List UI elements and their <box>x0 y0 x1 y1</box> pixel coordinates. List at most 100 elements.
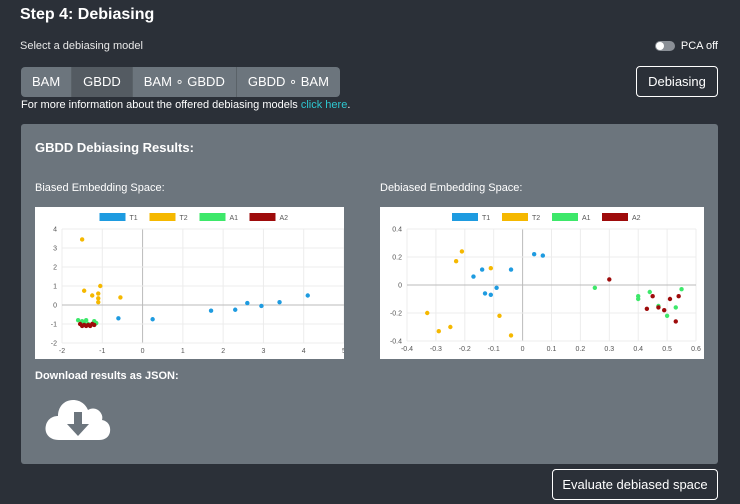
x-tick-label: 0.4 <box>633 346 643 353</box>
data-point-a2 <box>92 322 97 328</box>
data-point-t2 <box>488 266 494 271</box>
model-select-label: Select a debiasing model <box>20 40 143 52</box>
evaluate-button[interactable]: Evaluate debiased space <box>552 469 718 500</box>
legend-swatch <box>99 213 126 221</box>
cloud-download-icon[interactable] <box>43 394 111 447</box>
model-option-bam[interactable]: BAM <box>21 67 73 97</box>
data-point-a1 <box>636 296 641 302</box>
x-tick-label: 0.6 <box>691 346 701 353</box>
legend-label: T2 <box>532 215 540 222</box>
data-point-t1 <box>479 267 485 272</box>
data-point-t1 <box>208 308 214 313</box>
data-point-t1 <box>482 291 488 296</box>
toggle-switch-icon[interactable] <box>654 41 675 51</box>
data-point-t1 <box>540 253 546 258</box>
model-button-group: BAM GBDD BAM ∘ GBDD GBDD ∘ BAM <box>21 67 340 97</box>
biased-chart: -2 -1 0 1 2 3 4 5 4 3 2 1 0 -1 -2 T1 T2 A1 A2 <box>35 207 344 359</box>
data-point-t2 <box>425 310 430 316</box>
data-point-a1 <box>647 289 652 295</box>
data-point-t1 <box>259 303 264 309</box>
data-point-a1 <box>679 287 684 292</box>
model-option-gbdd-bam[interactable]: GBDD ∘ BAM <box>236 67 340 97</box>
legend-swatch <box>452 213 478 221</box>
data-point-t2 <box>79 237 85 242</box>
model-option-bam-gbdd[interactable]: BAM ∘ GBDD <box>132 67 237 97</box>
data-point-a2 <box>650 294 655 299</box>
legend-label: T1 <box>130 215 138 222</box>
data-point-a1 <box>673 305 678 310</box>
legend-label: T2 <box>180 215 188 222</box>
y-tick-label: 2 <box>53 265 57 272</box>
pca-toggle[interactable]: PCA off <box>654 40 718 52</box>
legend-label: T1 <box>482 215 490 222</box>
data-point-t1 <box>233 307 238 312</box>
y-tick-label: 0 <box>398 283 402 290</box>
y-tick-label: 0.2 <box>392 255 402 262</box>
data-point-t2 <box>96 299 101 305</box>
x-tick-label: 0.1 <box>547 346 557 353</box>
data-point-t1 <box>245 300 250 306</box>
legend-label: A1 <box>230 215 239 222</box>
y-tick-label: -2 <box>51 341 57 348</box>
y-tick-label: -0.2 <box>390 311 402 318</box>
results-panel: GBDD Debiasing Results: Biased Embedding… <box>21 124 718 464</box>
y-tick-label: -1 <box>51 322 57 329</box>
info-text: For more information about the offered d… <box>21 99 301 111</box>
data-point-t2 <box>448 324 453 330</box>
data-point-t2 <box>96 296 101 301</box>
x-tick-label: -1 <box>99 348 105 355</box>
x-tick-label: 0 <box>521 346 525 353</box>
data-point-a2 <box>673 319 678 324</box>
x-tick-label: -2 <box>59 348 65 355</box>
data-point-t1 <box>471 274 476 279</box>
debiasing-button[interactable]: Debiasing <box>636 66 718 97</box>
debiased-space-label: Debiased Embedding Space: <box>380 182 523 194</box>
y-tick-label: -0.4 <box>390 339 402 346</box>
x-tick-label: 1 <box>181 348 185 355</box>
info-link[interactable]: click here <box>301 99 347 111</box>
x-tick-label: 0 <box>141 348 145 355</box>
data-point-t1 <box>150 317 155 322</box>
download-label: Download results as JSON: <box>35 370 179 382</box>
x-tick-label: -0.2 <box>459 346 471 353</box>
x-tick-label: 4 <box>302 348 306 355</box>
data-point-t1 <box>277 299 282 305</box>
y-tick-label: 4 <box>53 227 57 234</box>
data-point-t2 <box>497 313 502 318</box>
biased-scatter-plot: -2 -1 0 1 2 3 4 5 4 3 2 1 0 -1 -2 T1 T2 A1 A2 <box>51 213 344 355</box>
legend-swatch <box>502 213 528 221</box>
legend-label: A2 <box>632 215 641 222</box>
legend-swatch <box>602 213 628 221</box>
legend-swatch <box>149 213 176 221</box>
model-info-text: For more information about the offered d… <box>21 99 350 111</box>
results-title: GBDD Debiasing Results: <box>35 140 194 155</box>
data-point-a1 <box>664 313 670 318</box>
y-tick-label: 1 <box>53 284 57 291</box>
page-title: Step 4: Debiasing <box>20 6 155 23</box>
x-tick-label: 0.2 <box>576 346 586 353</box>
data-point-a2 <box>676 294 681 299</box>
x-tick-label: -0.3 <box>430 346 442 353</box>
y-tick-label: 0 <box>53 303 57 310</box>
data-point-t2 <box>98 283 103 289</box>
legend-swatch <box>552 213 578 221</box>
pca-toggle-label: PCA off <box>680 40 718 52</box>
data-point-a1 <box>75 318 81 323</box>
data-point-t1 <box>508 267 514 272</box>
x-tick-label: 0.5 <box>662 346 672 353</box>
data-point-a2 <box>644 306 650 311</box>
data-point-t2 <box>81 288 87 293</box>
data-point-t2 <box>459 249 465 254</box>
data-point-t2 <box>96 291 101 296</box>
data-point-a2 <box>662 308 667 313</box>
data-point-a2 <box>667 296 673 302</box>
debiased-chart: -0.4 -0.3 -0.2 -0.1 0 0.1 0.2 0.3 0.4 0.5 0.6 0.4 0.… <box>380 207 704 359</box>
data-point-t1 <box>531 252 537 257</box>
model-option-gbdd[interactable]: GBDD <box>72 67 133 97</box>
legend-swatch <box>199 213 226 221</box>
data-point-a1 <box>592 285 598 290</box>
data-point-t2 <box>453 259 459 264</box>
data-point-t2 <box>508 333 514 338</box>
x-tick-label: 0.3 <box>604 346 614 353</box>
data-point-t1 <box>305 293 310 298</box>
